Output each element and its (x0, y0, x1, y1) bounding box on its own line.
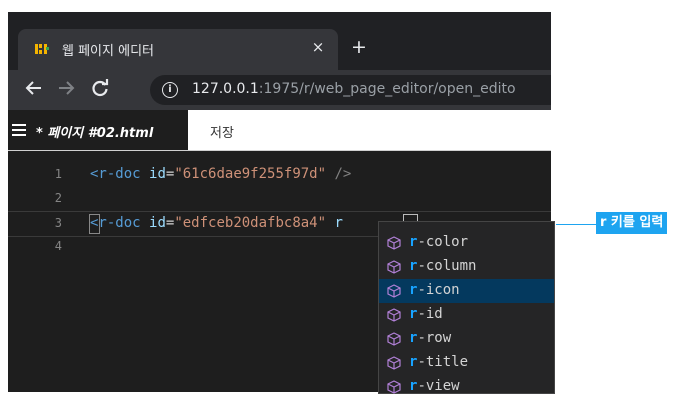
cube-icon (387, 284, 401, 298)
document-tab[interactable]: * 페이지 #02.html (8, 110, 188, 150)
tab-title: 웹 페이지 에디터 (62, 44, 154, 59)
line-number: 4 (54, 239, 62, 253)
cube-icon (387, 356, 401, 370)
tab-close-icon[interactable]: × (308, 37, 328, 57)
annotation-label: r 키를 입력 (596, 212, 668, 234)
suggestion-item[interactable]: r-row (379, 327, 554, 351)
line-number: 3 (54, 216, 62, 230)
suggestion-item-selected[interactable]: r-icon (379, 279, 554, 303)
browser-toolbar: i 127.0.0.1:1975/r/web_page_editor/open_… (8, 70, 551, 110)
document-name: * 페이지 #02.html (36, 126, 154, 141)
line-code: <r-doc id="61c6dae9f255f97d" /> (90, 166, 352, 182)
cube-icon (387, 260, 401, 274)
suggestion-item[interactable]: r-title (379, 351, 554, 375)
suggestion-item[interactable]: r-column (379, 255, 554, 279)
autocomplete-list[interactable]: r-color r-column r-icon r-id r-row r-tit… (378, 221, 555, 394)
browser-tab[interactable]: 웹 페이지 에디터 × (18, 29, 338, 70)
site-info-icon[interactable]: i (162, 82, 178, 98)
reload-icon[interactable] (88, 78, 112, 102)
cube-icon (387, 332, 401, 346)
line-number: 2 (54, 191, 62, 205)
favicon-icon (34, 41, 50, 57)
annotation-leader-line (556, 224, 596, 225)
back-icon[interactable] (22, 78, 46, 102)
suggestion-item[interactable]: r-view (379, 375, 554, 399)
new-tab-button[interactable]: + (348, 36, 370, 58)
line-number: 1 (54, 167, 62, 181)
suggestion-item[interactable]: r-color (379, 231, 554, 255)
cube-icon (387, 308, 401, 322)
code-line: 1 <r-doc id="61c6dae9f255f97d" /> (8, 163, 551, 187)
editor-header: * 페이지 #02.html 저장 (8, 110, 551, 151)
code-line: 2 (8, 187, 551, 211)
suggestion-item[interactable]: r-id (379, 303, 554, 327)
url-text: 127.0.0.1:1975/r/web_page_editor/open_ed… (192, 81, 516, 97)
save-button[interactable]: 저장 (210, 122, 234, 141)
address-bar[interactable]: i 127.0.0.1:1975/r/web_page_editor/open_… (150, 75, 551, 105)
line-code: <r-doc id="edfceb20dafbc8a4" r (90, 215, 343, 231)
tab-strip: 웹 페이지 에디터 × + (8, 12, 551, 70)
cube-icon (387, 236, 401, 250)
menu-icon[interactable] (12, 124, 26, 136)
forward-icon[interactable] (54, 78, 78, 102)
